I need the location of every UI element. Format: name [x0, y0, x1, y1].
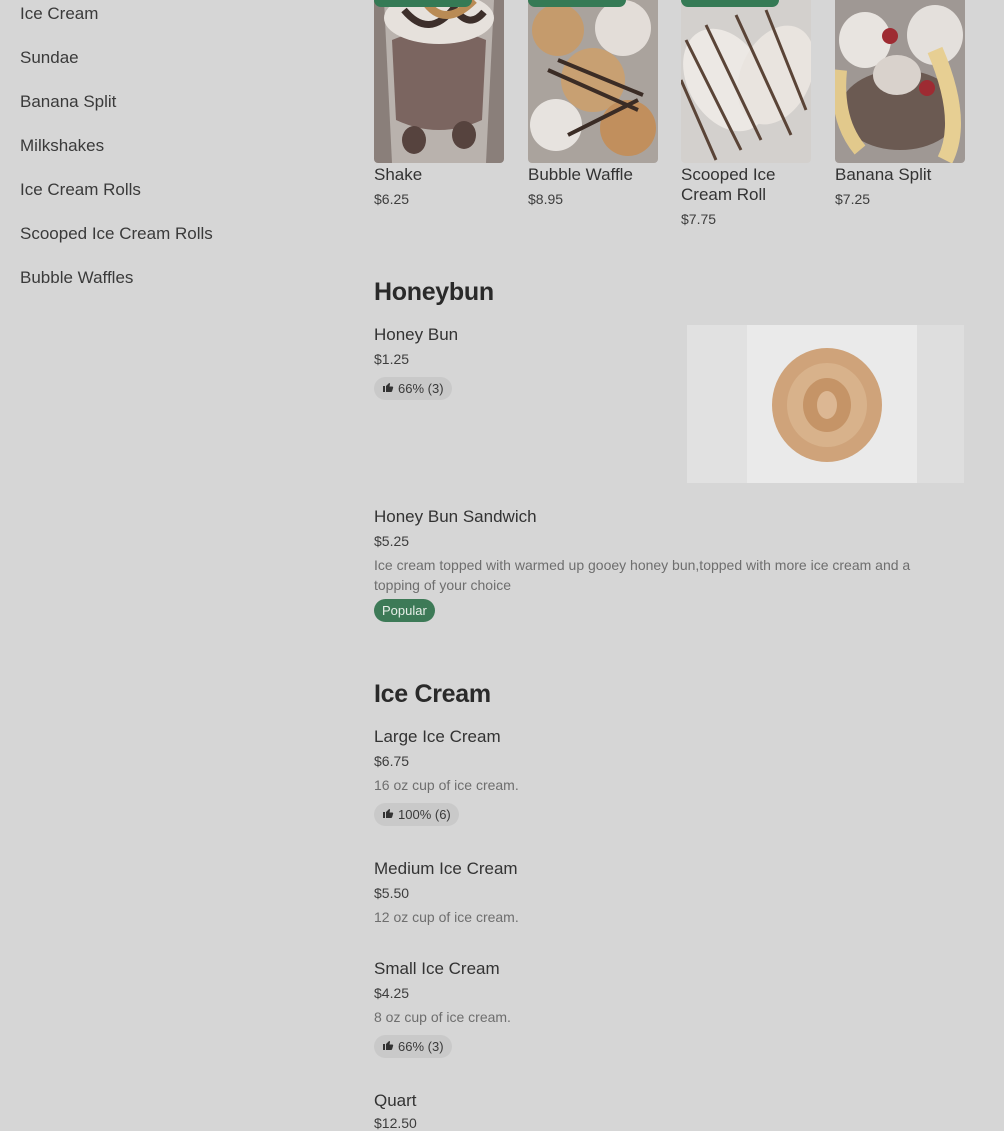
- item-name: Small Ice Cream: [374, 959, 500, 978]
- featured-card-price: $7.25: [835, 191, 871, 207]
- sidebar-item-milkshakes[interactable]: Milkshakes: [20, 134, 104, 158]
- sidebar-item-banana-split[interactable]: Banana Split: [20, 90, 116, 114]
- featured-flag: [374, 0, 472, 7]
- rating-text: 66% (3): [398, 381, 444, 396]
- featured-card-name: Bubble Waffle: [528, 165, 633, 184]
- rating-badge: 100% (6): [374, 803, 459, 826]
- banana-split-photo: [835, 0, 965, 163]
- sidebar-item-bubble-waffles[interactable]: Bubble Waffles: [20, 266, 133, 290]
- rating-badge: 66% (3): [374, 1035, 452, 1058]
- honey-bun-photo: [687, 325, 964, 483]
- item-name: Honey Bun: [374, 325, 459, 344]
- rating-text: 66% (3): [398, 1039, 444, 1054]
- item-name: Quart: [374, 1091, 417, 1110]
- featured-card-name: Scooped Ice Cream Roll: [681, 165, 776, 204]
- item-price: $6.75: [374, 753, 410, 769]
- featured-card-name: Shake: [374, 165, 423, 184]
- section-title-ice-cream: Ice Cream: [374, 680, 491, 708]
- item-price: $4.25: [374, 985, 410, 1001]
- item-price: $12.50: [374, 1115, 417, 1131]
- rating-text: 100% (6): [398, 807, 451, 822]
- sidebar-item-sundae[interactable]: Sundae: [20, 46, 79, 70]
- thumbs-up-icon: [382, 1035, 394, 1058]
- thumbs-up-icon: [382, 377, 394, 400]
- featured-card-price: $7.75: [681, 211, 717, 227]
- item-name: Medium Ice Cream: [374, 859, 518, 878]
- popular-badge: Popular: [374, 599, 435, 622]
- thumbs-up-icon: [382, 803, 394, 826]
- featured-card-price: $8.95: [528, 191, 564, 207]
- item-name: Large Ice Cream: [374, 727, 501, 746]
- item-description: 8 oz cup of ice cream.: [374, 1009, 511, 1025]
- sidebar-item-scooped-ice-cream-rolls[interactable]: Scooped Ice Cream Rolls: [20, 222, 213, 246]
- milkshake-photo: [374, 0, 504, 163]
- section-title-honeybun: Honeybun: [374, 278, 494, 306]
- item-price: $1.25: [374, 351, 410, 367]
- featured-flag: [528, 0, 626, 7]
- bubble-waffle-photo: [528, 0, 658, 163]
- rating-badge: 66% (3): [374, 377, 452, 400]
- item-price: $5.25: [374, 533, 410, 549]
- item-name: Honey Bun Sandwich: [374, 507, 537, 526]
- featured-card-price: $6.25: [374, 191, 410, 207]
- item-description: 12 oz cup of ice cream.: [374, 909, 519, 925]
- sidebar-item-ice-cream[interactable]: Ice Cream: [20, 2, 98, 26]
- item-description: 16 oz cup of ice cream.: [374, 777, 519, 793]
- sidebar-item-ice-cream-rolls[interactable]: Ice Cream Rolls: [20, 178, 141, 202]
- item-price: $5.50: [374, 885, 410, 901]
- ice-cream-roll-photo: [681, 0, 811, 163]
- featured-card-name: Banana Split: [835, 165, 932, 184]
- item-description: Ice cream topped with warmed up gooey ho…: [374, 557, 911, 593]
- featured-flag: [681, 0, 779, 7]
